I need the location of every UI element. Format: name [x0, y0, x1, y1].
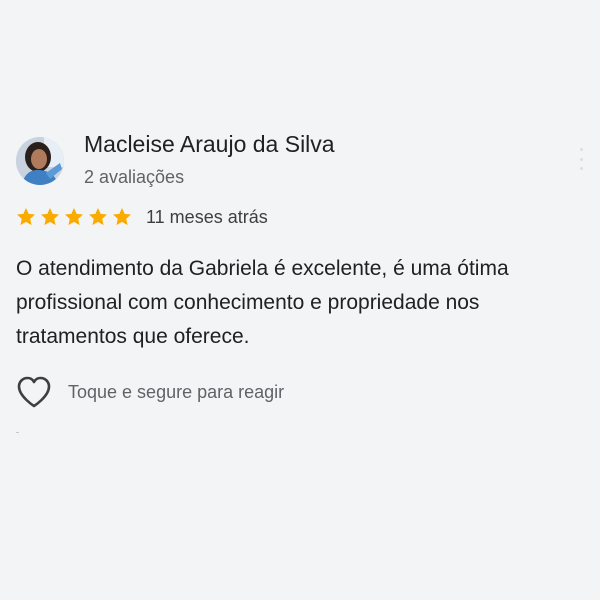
divider — [16, 432, 19, 433]
react-button[interactable]: Toque e segure para reagir — [16, 374, 284, 410]
star-icon — [87, 205, 109, 229]
star-rating — [15, 205, 133, 229]
heart-outline-icon[interactable] — [16, 375, 52, 409]
react-prompt: Toque e segure para reagir — [68, 381, 285, 402]
review-date: 11 meses atrás — [146, 207, 268, 227]
reviewer-name[interactable]: Macleise Araujo da Silva — [84, 131, 335, 158]
avatar[interactable] — [16, 137, 64, 185]
star-icon — [63, 205, 85, 229]
review-card: Macleise Araujo da Silva 2 avaliações 11… — [0, 0, 600, 600]
review-count: 2 avaliações — [84, 167, 185, 187]
star-icon — [111, 205, 133, 229]
more-vertical-icon[interactable] — [578, 148, 584, 170]
star-icon — [39, 205, 61, 229]
review-text: O atendimento da Gabriela é excelente, é… — [16, 257, 509, 348]
star-icon — [15, 205, 37, 229]
